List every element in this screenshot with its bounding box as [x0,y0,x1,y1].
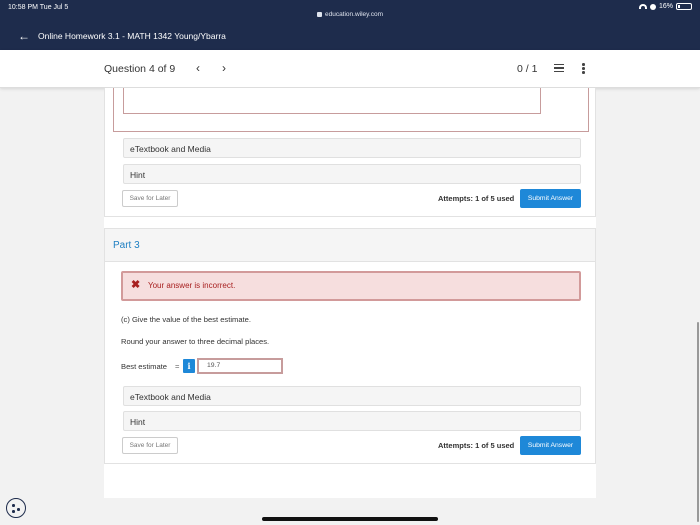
url-text: education.wiley.com [324,11,384,18]
previous-answer-box[interactable] [123,88,541,114]
hint-bar[interactable]: Hint [123,411,581,431]
part3-header: Part 3 [105,229,595,262]
home-indicator[interactable] [262,517,438,521]
scrollbar[interactable] [697,322,699,522]
status-time: 10:58 PM Tue Jul 5 [8,4,69,11]
part3-title: Part 3 [113,240,140,251]
part3-card: Part 3 ✖ Your answer is incorrect. (c) G… [104,228,596,464]
submit-answer-button[interactable]: Submit Answer [520,189,581,208]
submit-answer-button[interactable]: Submit Answer [520,436,581,455]
incorrect-answer-alert: ✖ Your answer is incorrect. [121,271,581,301]
wifi-icon [638,4,647,9]
battery-icon [676,3,692,10]
chevron-left-icon[interactable]: ‹ [196,61,200,75]
etextbook-bar[interactable]: eTextbook and Media [123,138,581,158]
more-options-icon[interactable] [582,63,585,75]
hint-bar[interactable]: Hint [123,164,581,184]
best-estimate-input[interactable]: 19.7 [197,358,283,374]
score: 0 / 1 [517,63,538,75]
focus-icon [649,3,656,10]
status-bar: 10:58 PM Tue Jul 5 education.wiley.com 1… [0,0,700,22]
cookie-settings-icon[interactable] [6,498,26,518]
attempts-text: Attempts: 1 of 5 used [438,441,515,450]
question-counter: Question 4 of 9 [104,63,176,75]
instruction-text: Round your answer to three decimal place… [121,337,270,346]
info-icon[interactable]: i [183,359,195,373]
previous-part-card: eTextbook and Media Hint Save for Later … [104,88,596,217]
equals-sign: = [175,362,180,371]
lock-icon [316,12,322,17]
battery-percent: 16% [658,3,673,10]
attempts-text: Attempts: 1 of 5 used [438,194,515,203]
status-icons: 16% [638,3,692,10]
save-for-later-button[interactable]: Save for Later [122,190,178,207]
error-message: Your answer is incorrect. [148,281,236,290]
course-header: ← Online Homework 3.1 - MATH 1342 Young/… [0,22,700,50]
best-estimate-label: Best estimate [121,362,168,371]
etextbook-bar[interactable]: eTextbook and Media [123,386,581,406]
address-bar[interactable]: education.wiley.com [0,11,700,18]
question-text: (c) Give the value of the best estimate. [121,315,251,324]
back-arrow-icon[interactable]: ← [18,30,30,42]
close-x-icon: ✖ [131,279,141,291]
save-for-later-button[interactable]: Save for Later [122,437,178,454]
chevron-right-icon[interactable]: › [222,61,226,75]
question-content: eTextbook and Media Hint Save for Later … [104,88,596,498]
course-title: Online Homework 3.1 - MATH 1342 Young/Yb… [38,31,226,41]
question-nav: Question 4 of 9 ‹ › 0 / 1 [0,50,700,88]
list-icon[interactable] [554,64,564,73]
